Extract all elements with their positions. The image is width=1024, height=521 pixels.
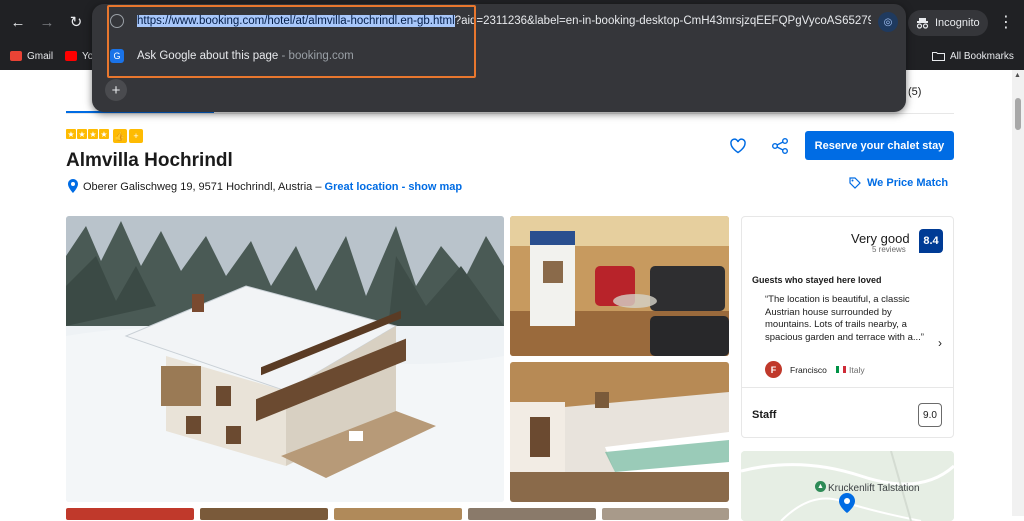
google-lens-icon[interactable]: ◎ <box>878 12 898 32</box>
heart-icon[interactable] <box>729 137 747 155</box>
gmail-icon <box>10 51 22 61</box>
reload-icon: ↻ <box>69 14 83 31</box>
tab-reviews[interactable]: (5) <box>908 86 921 98</box>
bookmark-youtube[interactable]: Yo <box>65 46 93 66</box>
guests-loved-heading: Guests who stayed here loved <box>752 275 882 285</box>
add-context-button[interactable]: + <box>105 79 127 101</box>
reviewer-country: Italy <box>849 365 865 375</box>
chalet-photo-image <box>66 216 504 502</box>
living-room-photo[interactable] <box>510 216 729 356</box>
thumbs-up-icon[interactable]: 👍 <box>113 129 127 143</box>
page-title: Almvilla Hochrindl <box>66 150 233 171</box>
forward-arrow-icon: → <box>39 13 55 31</box>
scrollbar-thumb[interactable] <box>1015 98 1021 130</box>
share-icon[interactable] <box>771 137 789 155</box>
forward-button[interactable]: → <box>37 12 57 32</box>
location-separator: - <box>401 181 406 193</box>
incognito-indicator[interactable]: Incognito <box>908 10 988 36</box>
star-rating: ★ ★ ★ ★ 👍 + <box>66 129 143 143</box>
bedroom-photo[interactable] <box>510 362 729 502</box>
address-dash: – <box>315 181 322 193</box>
show-map-link[interactable]: show map <box>408 181 462 193</box>
thumbnail-photo[interactable] <box>334 508 462 520</box>
browser-menu-button[interactable]: ⋮ <box>996 12 1016 32</box>
plus-icon: + <box>111 81 121 99</box>
star-icon: ★ <box>77 129 87 139</box>
incognito-label: Incognito <box>935 17 980 29</box>
map-pin-icon[interactable] <box>836 492 858 514</box>
scroll-up-icon[interactable]: ▲ <box>1014 72 1021 79</box>
review-score-badge: 8.4 <box>919 229 943 253</box>
all-bookmarks-label: All Bookmarks <box>950 50 1014 62</box>
thumbnail-photo[interactable] <box>66 508 194 520</box>
thumbnail-photo[interactable] <box>200 508 328 520</box>
staff-label: Staff <box>752 409 777 421</box>
youtube-icon <box>65 51 77 61</box>
great-location-link[interactable]: Great location <box>325 181 399 193</box>
folder-icon <box>932 52 945 61</box>
all-bookmarks-button[interactable]: All Bookmarks <box>932 46 1014 66</box>
address-line: Oberer Galischweg 19, 9571 Hochrindl, Au… <box>83 181 462 193</box>
tab-divider <box>66 113 954 114</box>
location-pin-icon <box>68 179 78 193</box>
main-photo[interactable] <box>66 216 504 502</box>
bookmark-label: Gmail <box>27 50 54 62</box>
bedroom-image <box>510 362 729 502</box>
star-icon: ★ <box>99 129 109 139</box>
rating-word: Very good <box>851 231 910 246</box>
staff-score-badge: 9.0 <box>918 403 942 427</box>
star-icon: ★ <box>88 129 98 139</box>
reviews-count[interactable]: 5 reviews <box>872 245 906 254</box>
back-button[interactable]: ← <box>8 12 28 32</box>
map-poi-icon: ▲ <box>815 481 826 492</box>
thumbnail-photo[interactable] <box>602 508 729 520</box>
page-scrollbar[interactable] <box>1012 70 1024 516</box>
reserve-button[interactable]: Reserve your chalet stay <box>805 131 954 160</box>
price-match-link[interactable]: We Price Match <box>849 177 948 189</box>
card-divider <box>742 387 953 388</box>
highlight-annotation-box <box>107 5 476 78</box>
incognito-icon <box>916 17 929 29</box>
url-rest-text: ?aid=2311236&label=en-in-booking-desktop… <box>454 15 871 27</box>
star-icon: ★ <box>66 129 76 139</box>
next-review-chevron-icon[interactable]: › <box>938 336 942 350</box>
bookmark-gmail[interactable]: Gmail <box>10 46 53 66</box>
avatar: F <box>765 361 782 378</box>
italy-flag-icon <box>836 366 846 373</box>
plus-badge-icon: + <box>129 129 143 143</box>
tag-icon <box>849 177 861 189</box>
reload-button[interactable]: ↻ <box>66 12 86 32</box>
review-quote: “The location is beautiful, a classic Au… <box>765 294 924 343</box>
kebab-menu-icon: ⋮ <box>998 14 1014 31</box>
reviewer-name: Francisco <box>790 365 827 375</box>
back-arrow-icon: ← <box>10 13 26 31</box>
price-match-label: We Price Match <box>867 177 949 189</box>
thumbnail-photo[interactable] <box>468 508 596 520</box>
living-room-image <box>510 216 729 356</box>
address-text: Oberer Galischweg 19, 9571 Hochrindl, Au… <box>83 181 313 193</box>
